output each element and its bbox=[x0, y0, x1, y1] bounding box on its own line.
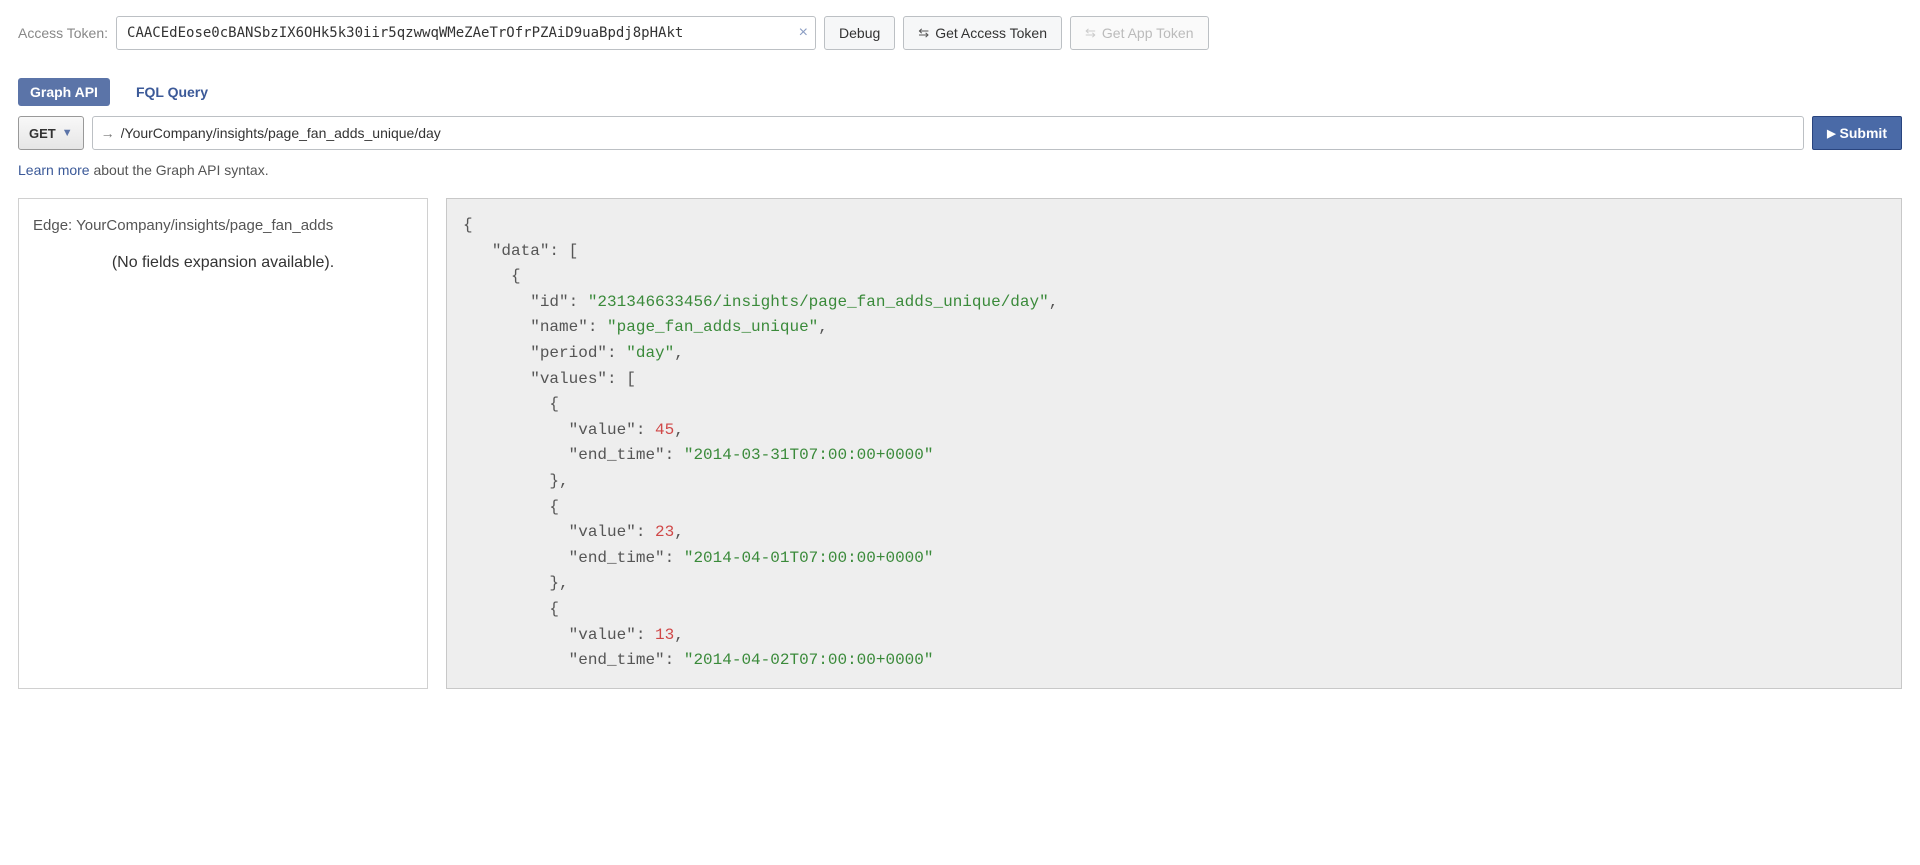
arrow-right-icon: → bbox=[101, 125, 115, 141]
http-method-select[interactable]: GET ▼ bbox=[18, 116, 84, 150]
tab-graph-api[interactable]: Graph API bbox=[18, 78, 110, 106]
path-input[interactable] bbox=[121, 125, 1795, 141]
get-app-token-label: Get App Token bbox=[1102, 25, 1194, 41]
no-fields-text: (No fields expansion available). bbox=[33, 254, 413, 272]
get-access-token-button[interactable]: ⇆ Get Access Token bbox=[903, 16, 1062, 50]
response-json-panel: { "data": [ { "id": "231346633456/insigh… bbox=[446, 198, 1902, 689]
learn-more-rest: about the Graph API syntax. bbox=[90, 162, 269, 178]
edge-value: YourCompany/insights/page_fan_adds bbox=[76, 217, 333, 234]
submit-button[interactable]: ▶ Submit bbox=[1812, 116, 1902, 150]
fields-sidebar: Edge: YourCompany/insights/page_fan_adds… bbox=[18, 198, 428, 689]
swap-icon: ⇆ bbox=[918, 25, 929, 41]
debug-button[interactable]: Debug bbox=[824, 16, 895, 50]
learn-more-row: Learn more about the Graph API syntax. bbox=[18, 162, 1902, 178]
mode-tabs: Graph API FQL Query bbox=[18, 78, 1902, 106]
edge-line: Edge: YourCompany/insights/page_fan_adds bbox=[33, 217, 413, 234]
learn-more-link[interactable]: Learn more bbox=[18, 162, 90, 178]
request-row: GET ▼ → ▶ Submit bbox=[18, 116, 1902, 150]
get-access-token-label: Get Access Token bbox=[935, 25, 1047, 41]
play-icon: ▶ bbox=[1827, 127, 1835, 140]
submit-button-label: Submit bbox=[1840, 125, 1887, 141]
debug-button-label: Debug bbox=[839, 25, 880, 41]
access-token-row: Access Token: × Debug ⇆ Get Access Token… bbox=[18, 16, 1902, 50]
path-input-wrap[interactable]: → bbox=[92, 116, 1804, 150]
access-token-input[interactable] bbox=[116, 16, 816, 50]
swap-icon: ⇆ bbox=[1085, 25, 1096, 41]
edge-prefix: Edge: bbox=[33, 217, 76, 234]
access-token-label: Access Token: bbox=[18, 25, 108, 41]
access-token-input-wrap: × bbox=[116, 16, 816, 50]
chevron-down-icon: ▼ bbox=[62, 127, 73, 139]
get-app-token-button: ⇆ Get App Token bbox=[1070, 16, 1209, 50]
main-columns: Edge: YourCompany/insights/page_fan_adds… bbox=[18, 198, 1902, 689]
tab-fql-query[interactable]: FQL Query bbox=[124, 78, 220, 106]
close-icon[interactable]: × bbox=[799, 24, 808, 42]
http-method-label: GET bbox=[29, 126, 56, 141]
